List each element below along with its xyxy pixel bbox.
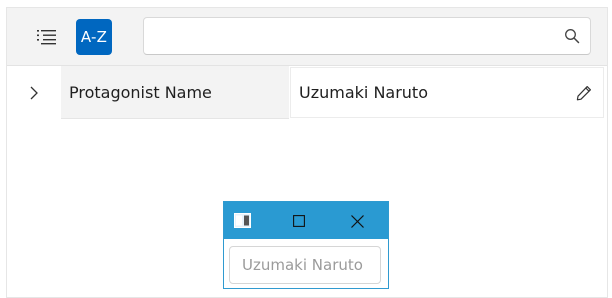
list-icon	[37, 30, 56, 45]
sort-alphabetical-button[interactable]: A-Z	[76, 19, 112, 55]
search-input[interactable]	[154, 24, 554, 48]
close-icon	[350, 214, 364, 228]
pencil-icon	[576, 86, 591, 101]
maximize-button[interactable]	[286, 209, 312, 233]
chevron-right-icon	[30, 86, 38, 99]
editor-value-input[interactable]: Uzumaki Naruto	[229, 246, 381, 284]
property-row: Protagonist Name Uzumaki Naruto	[7, 66, 607, 119]
value-editor-window: Uzumaki Naruto	[223, 201, 389, 289]
search-box[interactable]	[143, 17, 591, 55]
maximize-icon	[293, 215, 305, 227]
search-icon[interactable]	[564, 28, 580, 44]
property-value: Uzumaki Naruto	[299, 83, 428, 102]
editor-titlebar[interactable]	[224, 202, 388, 239]
property-value-cell[interactable]: Uzumaki Naruto	[290, 67, 604, 118]
toolbar: A-Z	[7, 8, 607, 66]
property-name-cell: Protagonist Name	[61, 66, 289, 119]
property-name: Protagonist Name	[69, 82, 212, 102]
close-button[interactable]	[344, 209, 370, 233]
row-expander[interactable]	[7, 66, 61, 119]
editor-input-text: Uzumaki Naruto	[242, 256, 363, 274]
sort-label: A-Z	[80, 28, 108, 46]
categorize-button[interactable]	[29, 19, 65, 55]
edit-button[interactable]	[573, 82, 595, 104]
app-window-icon	[234, 213, 251, 228]
